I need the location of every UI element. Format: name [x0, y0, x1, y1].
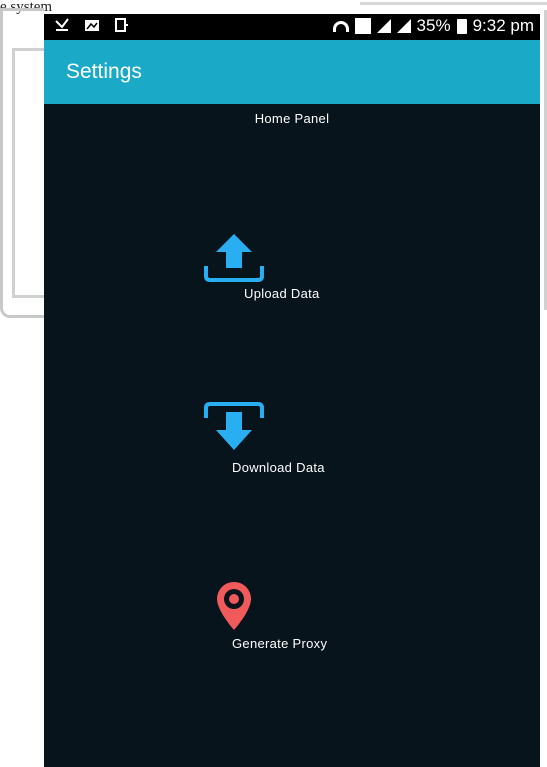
page-title: Settings [66, 60, 142, 83]
wifi-icon [332, 20, 349, 32]
generate-proxy-label[interactable]: Generate Proxy [232, 636, 327, 651]
sim-icon [354, 18, 371, 34]
clock-text: 9:32 pm [472, 16, 534, 35]
missed-call-icon [54, 17, 70, 33]
top-border-decoration [360, 2, 547, 5]
tablet-icon [114, 17, 130, 33]
upload-data-item[interactable]: Upload Data [44, 232, 540, 312]
gallery-icon [84, 17, 100, 33]
right-border-decoration [540, 10, 547, 310]
download-data-item[interactable]: Download Data [44, 402, 540, 482]
generate-proxy-item[interactable]: Generate Proxy [44, 580, 540, 660]
download-icon[interactable] [202, 402, 266, 458]
status-bar: 35% 9:32 pm [44, 14, 540, 40]
battery-icon [456, 18, 467, 34]
location-pin-icon[interactable] [214, 580, 254, 634]
phone-screen: 35% 9:32 pm Settings Home Panel Upload D… [44, 14, 540, 767]
upload-icon[interactable] [202, 232, 266, 284]
bracket-decoration-inner [12, 48, 44, 298]
app-bar: Settings [44, 40, 540, 104]
home-panel-title: Home Panel [254, 111, 330, 126]
signal-icon [376, 19, 391, 33]
upload-data-label[interactable]: Upload Data [244, 286, 320, 301]
download-data-label[interactable]: Download Data [232, 460, 325, 475]
battery-text: 35% [416, 16, 451, 35]
signal-icon-2 [396, 19, 411, 33]
